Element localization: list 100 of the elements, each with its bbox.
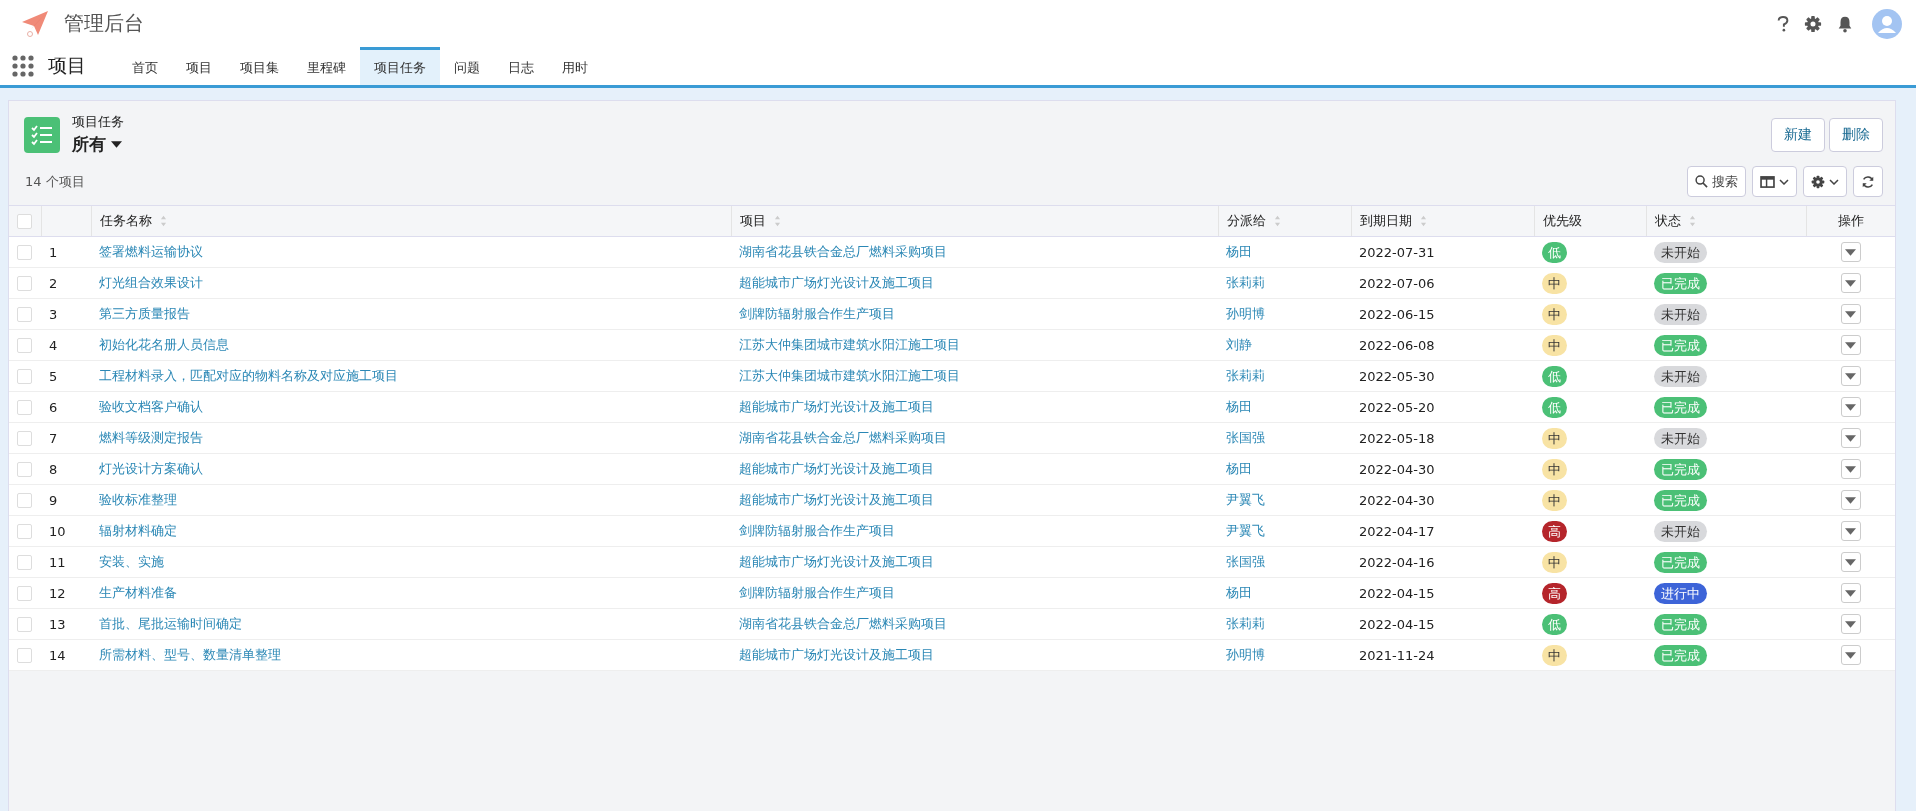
column-header[interactable]: 操作 <box>1837 212 1864 230</box>
row-checkbox[interactable] <box>17 648 32 663</box>
row-action-dropdown[interactable] <box>1840 521 1861 541</box>
row-checkbox[interactable] <box>17 462 32 477</box>
row-action-dropdown[interactable] <box>1840 645 1861 665</box>
column-header[interactable]: 任务名称 <box>99 212 167 230</box>
app-launcher-icon[interactable] <box>12 55 34 77</box>
assignee-link[interactable]: 张国强 <box>1226 430 1265 445</box>
action-button[interactable]: 删除 <box>1829 117 1883 152</box>
column-header[interactable]: 状态 <box>1654 212 1696 230</box>
assignee-link[interactable]: 孙明博 <box>1226 306 1265 321</box>
project-link[interactable]: 超能城市广场灯光设计及施工项目 <box>739 492 934 507</box>
row-checkbox[interactable] <box>17 400 32 415</box>
refresh-button[interactable] <box>1853 166 1883 197</box>
project-link[interactable]: 超能城市广场灯光设计及施工项目 <box>739 399 934 414</box>
row-action-dropdown[interactable] <box>1840 583 1861 603</box>
task-name-link[interactable]: 辐射材料确定 <box>99 523 177 538</box>
nav-tab[interactable]: 首页 <box>118 47 172 85</box>
task-name-link[interactable]: 所需材料、型号、数量清单整理 <box>99 647 281 662</box>
project-link[interactable]: 江苏大仲集团城市建筑水阳江施工项目 <box>739 337 960 352</box>
row-action-dropdown[interactable] <box>1840 490 1861 510</box>
row-action-dropdown[interactable] <box>1840 335 1861 355</box>
task-name-link[interactable]: 首批、尾批运输时间确定 <box>99 616 242 631</box>
search-button[interactable]: 搜索 <box>1687 166 1746 197</box>
row-action-dropdown[interactable] <box>1840 614 1861 634</box>
row-action-dropdown[interactable] <box>1840 242 1861 262</box>
project-link[interactable]: 剑牌防辐射服合作生产项目 <box>739 585 895 600</box>
task-name-link[interactable]: 灯光设计方案确认 <box>99 461 203 476</box>
task-name-link[interactable]: 验收文档客户确认 <box>99 399 203 414</box>
list-view-selector[interactable]: 所有 <box>72 133 122 156</box>
task-name-link[interactable]: 签署燃料运输协议 <box>99 244 203 259</box>
caret-icon <box>111 141 122 148</box>
project-link[interactable]: 江苏大仲集团城市建筑水阳江施工项目 <box>739 368 960 383</box>
assignee-link[interactable]: 孙明博 <box>1226 647 1265 662</box>
row-action-dropdown[interactable] <box>1840 366 1861 386</box>
column-layout-dropdown[interactable] <box>1752 166 1797 197</box>
caret-icon <box>1845 248 1856 256</box>
project-link[interactable]: 剑牌防辐射服合作生产项目 <box>739 306 895 321</box>
action-button[interactable]: 新建 <box>1771 117 1825 152</box>
assignee-link[interactable]: 尹翼飞 <box>1226 523 1265 538</box>
settings-dropdown[interactable] <box>1803 166 1847 197</box>
task-name-link[interactable]: 生产材料准备 <box>99 585 177 600</box>
assignee-link[interactable]: 张莉莉 <box>1226 616 1265 631</box>
project-link[interactable]: 湖南省花县铁合金总厂燃料采购项目 <box>739 616 947 631</box>
nav-tab[interactable]: 日志 <box>494 47 548 85</box>
assignee-link[interactable]: 张国强 <box>1226 554 1265 569</box>
assignee-link[interactable]: 杨田 <box>1226 244 1252 259</box>
assignee-link[interactable]: 杨田 <box>1226 399 1252 414</box>
row-checkbox[interactable] <box>17 493 32 508</box>
nav-tab[interactable]: 里程碑 <box>293 47 360 85</box>
row-action-dropdown[interactable] <box>1840 397 1861 417</box>
nav-tab[interactable]: 问题 <box>440 47 494 85</box>
task-name-link[interactable]: 燃料等级测定报告 <box>99 430 203 445</box>
nav-tab[interactable]: 用时 <box>548 47 602 85</box>
row-action-dropdown[interactable] <box>1840 459 1861 479</box>
row-action-dropdown[interactable] <box>1840 304 1861 324</box>
assignee-link[interactable]: 杨田 <box>1226 461 1252 476</box>
project-link[interactable]: 剑牌防辐射服合作生产项目 <box>739 523 895 538</box>
nav-tab[interactable]: 项目 <box>172 47 226 85</box>
settings-icon[interactable] <box>1804 14 1822 33</box>
nav-tab[interactable]: 项目集 <box>226 47 293 85</box>
row-checkbox[interactable] <box>17 524 32 539</box>
task-name-link[interactable]: 第三方质量报告 <box>99 306 190 321</box>
task-name-link[interactable]: 验收标准整理 <box>99 492 177 507</box>
row-checkbox[interactable] <box>17 245 32 260</box>
assignee-link[interactable]: 杨田 <box>1226 585 1252 600</box>
row-checkbox[interactable] <box>17 555 32 570</box>
priority-badge: 高 <box>1542 520 1567 542</box>
row-checkbox[interactable] <box>17 276 32 291</box>
task-name-link[interactable]: 工程材料录入，匹配对应的物料名称及对应施工项目 <box>99 368 398 383</box>
task-name-link[interactable]: 初始化花名册人员信息 <box>99 337 229 352</box>
assignee-link[interactable]: 张莉莉 <box>1226 275 1265 290</box>
project-link[interactable]: 超能城市广场灯光设计及施工项目 <box>739 647 934 662</box>
task-name-link[interactable]: 安装、实施 <box>99 554 164 569</box>
task-name-link[interactable]: 灯光组合效果设计 <box>99 275 203 290</box>
row-checkbox[interactable] <box>17 617 32 632</box>
row-checkbox[interactable] <box>17 586 32 601</box>
row-checkbox[interactable] <box>17 338 32 353</box>
assignee-link[interactable]: 尹翼飞 <box>1226 492 1265 507</box>
assignee-link[interactable]: 刘静 <box>1226 337 1252 352</box>
caret-icon <box>1845 620 1856 628</box>
project-link[interactable]: 湖南省花县铁合金总厂燃料采购项目 <box>739 430 947 445</box>
caret-icon <box>1845 372 1856 380</box>
row-action-dropdown[interactable] <box>1840 428 1861 448</box>
row-action-dropdown[interactable] <box>1840 273 1861 293</box>
project-link[interactable]: 超能城市广场灯光设计及施工项目 <box>739 554 934 569</box>
column-header[interactable]: 项目 <box>739 212 781 230</box>
notification-bell-icon[interactable] <box>1836 14 1854 33</box>
row-checkbox[interactable] <box>17 369 32 384</box>
row-checkbox[interactable] <box>17 431 32 446</box>
row-action-dropdown[interactable] <box>1840 552 1861 572</box>
assignee-link[interactable]: 张莉莉 <box>1226 368 1265 383</box>
select-all-checkbox[interactable] <box>17 214 32 229</box>
caret-icon <box>1845 279 1856 287</box>
project-link[interactable]: 湖南省花县铁合金总厂燃料采购项目 <box>739 244 947 259</box>
project-link[interactable]: 超能城市广场灯光设计及施工项目 <box>739 461 934 476</box>
project-link[interactable]: 超能城市广场灯光设计及施工项目 <box>739 275 934 290</box>
nav-tab[interactable]: 项目任务 <box>360 47 440 85</box>
help-icon[interactable] <box>1776 14 1790 33</box>
row-checkbox[interactable] <box>17 307 32 322</box>
